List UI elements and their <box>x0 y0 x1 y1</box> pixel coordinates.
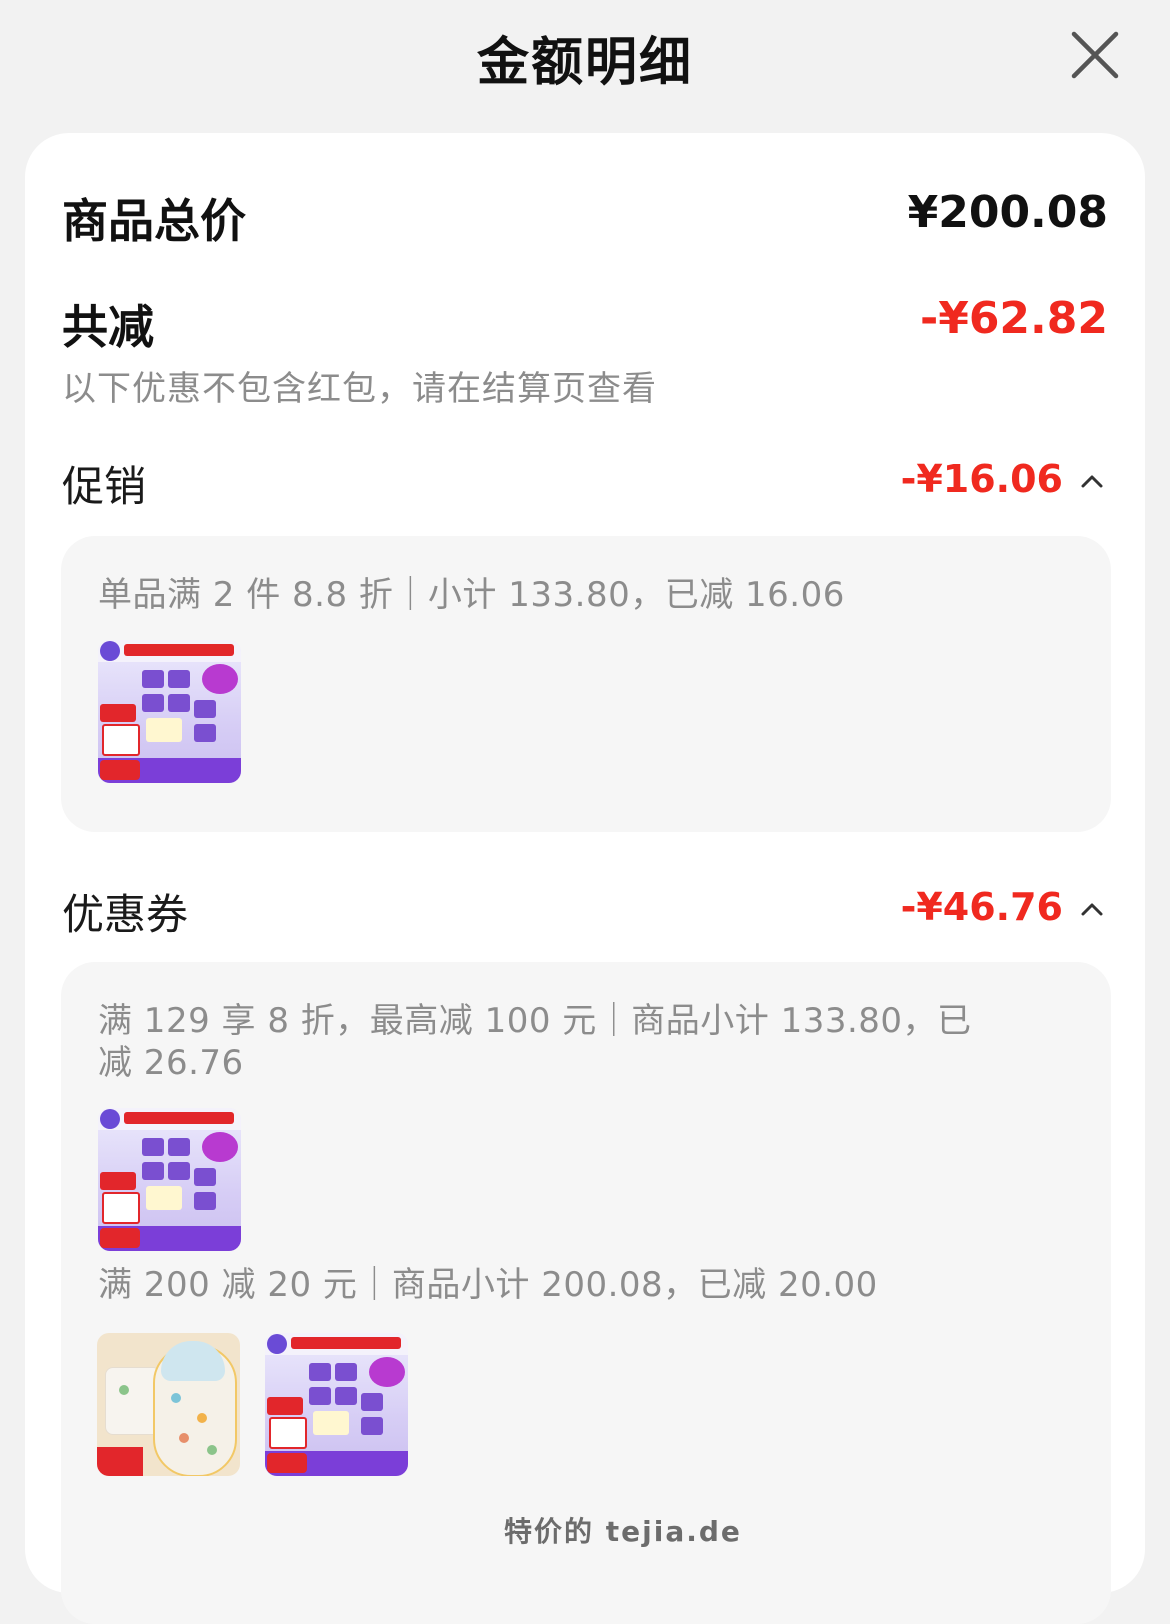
promotion-collapse-toggle[interactable] <box>1079 469 1105 495</box>
chevron-up-icon <box>1081 475 1103 488</box>
modal-header: 金额明细 <box>0 0 1170 110</box>
price-detail-card: 商品总价 ¥200.08 共减 -¥62.82 以下优惠不包含红包，请在结算页查… <box>25 133 1145 1624</box>
close-button[interactable] <box>1068 28 1122 82</box>
total-reduction-value: -¥62.82 <box>919 293 1108 344</box>
watermark: 特价的 tejia.de <box>504 1515 742 1548</box>
total-reduction-label: 共减 <box>62 300 154 354</box>
chevron-up-icon <box>1081 903 1103 916</box>
coupon-rule-text: 满 200 减 20 元｜商品小计 200.08，已减 20.00 <box>98 1265 878 1305</box>
product-thumbnail-tissue[interactable] <box>265 1333 408 1476</box>
coupon-label: 优惠券 <box>62 890 189 939</box>
coupon-rule-text: 满 129 享 8 折，最高减 100 元｜商品小计 133.80，已减 26.… <box>98 1001 972 1083</box>
red-packet-note: 以下优惠不包含红包，请在结算页查看 <box>62 369 657 409</box>
product-thumbnail-tissue[interactable] <box>98 640 241 783</box>
close-icon <box>1071 31 1119 79</box>
total-price-label: 商品总价 <box>62 194 246 248</box>
modal-title: 金额明细 <box>476 33 693 93</box>
product-thumbnail-tissue[interactable] <box>98 1108 241 1251</box>
promotion-rule-text: 单品满 2 件 8.8 折｜小计 133.80，已减 16.06 <box>98 575 845 615</box>
promotion-value: -¥16.06 <box>900 457 1063 501</box>
coupon-value: -¥46.76 <box>900 885 1063 929</box>
total-price-value: ¥200.08 <box>907 187 1108 238</box>
product-thumbnail-sleeping-bag[interactable] <box>97 1333 240 1476</box>
promotion-label: 促销 <box>62 462 147 511</box>
promotion-detail-box: 单品满 2 件 8.8 折｜小计 133.80，已减 16.06 <box>61 536 1111 832</box>
coupon-collapse-toggle[interactable] <box>1079 897 1105 923</box>
